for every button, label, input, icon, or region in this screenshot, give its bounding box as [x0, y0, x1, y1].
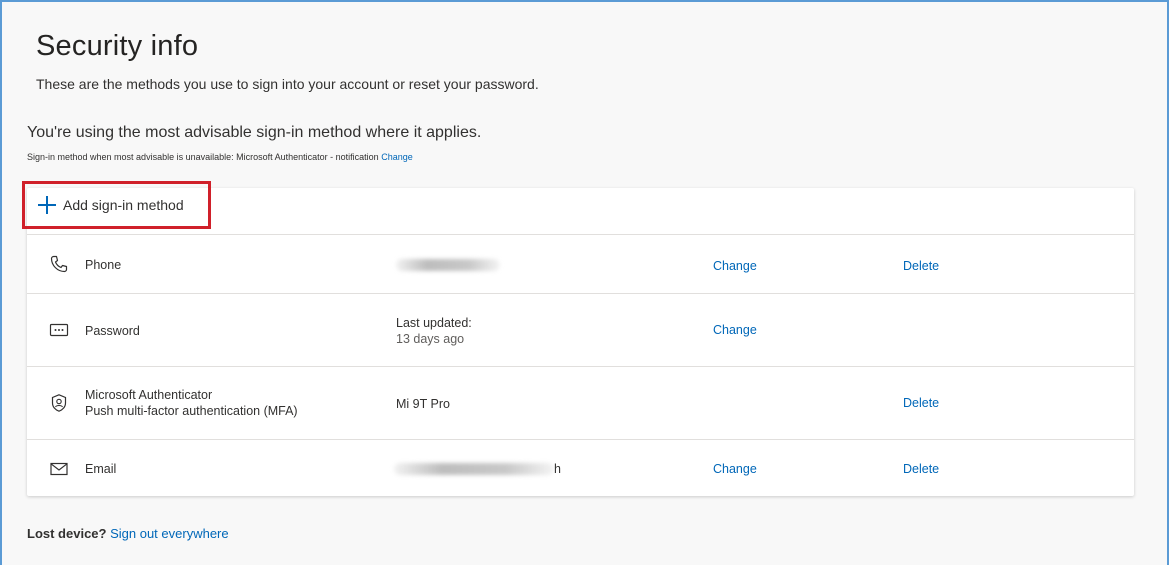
add-sign-in-method-label: Add sign-in method	[63, 197, 184, 213]
password-icon	[49, 323, 69, 337]
plus-icon	[38, 196, 56, 214]
password-last-updated-label: Last updated:	[396, 316, 472, 330]
authenticator-device: Mi 9T Pro	[396, 397, 450, 411]
method-row-password: Password Last updated: 13 days ago Chang…	[27, 294, 1134, 367]
page-title: Security info	[36, 30, 199, 62]
delete-authenticator-link[interactable]: Delete	[903, 396, 939, 410]
method-row-authenticator: Microsoft Authenticator Push multi-facto…	[27, 367, 1134, 440]
phone-icon	[50, 255, 68, 273]
method-name-phone: Phone	[85, 258, 122, 272]
method-row-email: Email h Change Delete	[27, 440, 1134, 496]
delete-email-link[interactable]: Delete	[903, 462, 939, 476]
method-name-email: Email	[85, 462, 117, 476]
email-visible-tail: h	[554, 462, 561, 476]
change-password-link[interactable]: Change	[713, 323, 757, 337]
fallback-method-text: Sign-in method when most advisable is un…	[27, 152, 413, 162]
fallback-method-label: Sign-in method when most advisable is un…	[27, 152, 379, 162]
change-phone-link[interactable]: Change	[713, 259, 757, 273]
sign-out-everywhere-link[interactable]: Sign out everywhere	[110, 526, 229, 541]
lost-device-footer: Lost device? Sign out everywhere	[27, 526, 229, 541]
authenticator-name: Microsoft Authenticator	[85, 388, 213, 402]
method-name-password: Password	[85, 324, 140, 338]
page-subtitle: These are the methods you use to sign in…	[36, 76, 539, 92]
method-detail-password: Last updated: 13 days ago	[396, 315, 472, 347]
advisable-message: You're using the most advisable sign-in …	[27, 124, 482, 141]
method-name-authenticator: Microsoft Authenticator Push multi-facto…	[85, 387, 298, 419]
method-row-phone: Phone Change Delete	[27, 235, 1134, 294]
redacted-phone-number	[396, 259, 500, 271]
password-last-updated-value: 13 days ago	[396, 332, 465, 346]
authenticator-icon	[51, 394, 67, 412]
email-icon	[50, 462, 68, 476]
add-sign-in-method-button[interactable]: Add sign-in method	[22, 181, 211, 229]
authenticator-type: Push multi-factor authentication (MFA)	[85, 404, 298, 418]
methods-card: Add sign-in method Phone Change Delete P…	[22, 181, 1134, 496]
delete-phone-link[interactable]: Delete	[903, 259, 939, 273]
security-info-page: Security info These are the methods you …	[0, 0, 1169, 565]
lost-device-label: Lost device?	[27, 526, 107, 541]
redacted-email-address	[394, 463, 554, 475]
add-method-row: Add sign-in method	[22, 181, 1134, 235]
change-email-link[interactable]: Change	[713, 462, 757, 476]
fallback-change-link[interactable]: Change	[381, 152, 413, 162]
